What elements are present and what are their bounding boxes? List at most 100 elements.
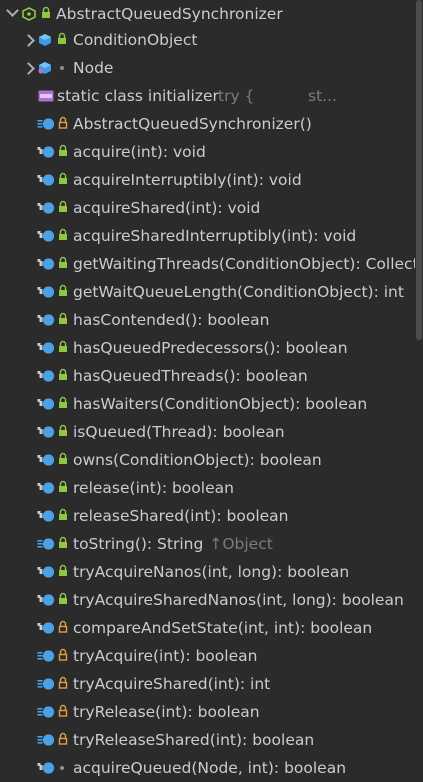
lock-public-icon: [59, 592, 67, 604]
final-method-icon: [37, 202, 55, 214]
lock-public-icon: [59, 256, 67, 268]
lock-public-icon: [59, 312, 67, 324]
lock-public-icon: [59, 452, 67, 464]
member-label: tryRelease(int): boolean: [73, 703, 260, 721]
lock-public-icon: [59, 284, 67, 296]
structure-tree[interactable]: AbstractQueuedSynchronizer ConditionObje…: [0, 0, 423, 780]
final-method-icon: [37, 762, 55, 774]
member-label: tryAcquireNanos(int, long): boolean: [73, 563, 350, 581]
member-row[interactable]: getWaitingThreads(ConditionObject): Coll…: [0, 250, 423, 278]
root-class-label: AbstractQueuedSynchronizer: [56, 5, 283, 23]
member-label: hasContended(): boolean: [73, 311, 270, 329]
lock-public-icon: [42, 6, 50, 18]
member-label: acquireInterruptibly(int): void: [73, 171, 302, 189]
final-method-icon: [37, 622, 55, 634]
member-label: compareAndSetState(int, int): boolean: [73, 619, 373, 637]
member-row[interactable]: hasContended(): boolean: [0, 306, 423, 334]
member-label-group: toString(): String ↑Object: [73, 530, 273, 558]
member-row[interactable]: toString(): String ↑Object: [0, 530, 423, 558]
final-method-icon: [37, 314, 55, 326]
lock-public-icon: [59, 396, 67, 408]
member-row[interactable]: compareAndSetState(int, int): boolean: [0, 614, 423, 642]
member-row[interactable]: tryAcquireShared(int): int: [0, 670, 423, 698]
member-row[interactable]: AbstractQueuedSynchronizer(): [0, 110, 423, 138]
lock-public-icon: [59, 200, 67, 212]
lock-protected-icon: [58, 676, 68, 689]
final-method-icon: [37, 370, 55, 382]
member-label: tryAcquireSharedNanos(int, long): boolea…: [73, 591, 404, 609]
tree-item-node[interactable]: Node: [0, 54, 423, 82]
member-row[interactable]: acquire(int): void: [0, 138, 423, 166]
lock-public-icon: [59, 564, 67, 576]
lock-protected-icon: [58, 620, 68, 633]
static-inner-class-icon: [38, 62, 51, 74]
member-label: releaseShared(int): boolean: [73, 507, 289, 525]
member-row[interactable]: hasWaiters(ConditionObject): boolean: [0, 390, 423, 418]
member-label: release(int): boolean: [73, 479, 234, 497]
lock-protected-icon: [58, 732, 68, 745]
final-method-icon: [37, 510, 55, 522]
member-label: toString(): String: [73, 535, 204, 553]
final-method-icon: [37, 482, 55, 494]
member-row[interactable]: tryAcquireSharedNanos(int, long): boolea…: [0, 586, 423, 614]
tree-root-row[interactable]: AbstractQueuedSynchronizer: [0, 0, 423, 28]
member-row[interactable]: release(int): boolean: [0, 474, 423, 502]
member-row[interactable]: releaseShared(int): boolean: [0, 502, 423, 530]
member-row[interactable]: tryAcquireNanos(int, long): boolean: [0, 558, 423, 586]
lock-public-icon: [59, 340, 67, 352]
member-label: hasQueuedPredecessors(): boolean: [73, 339, 348, 357]
package-private-dot-icon: [60, 766, 64, 770]
member-label: getWaitQueueLength(ConditionObject): int: [73, 283, 404, 301]
member-label: acquire(int): void: [73, 143, 206, 161]
constructor-icon: [37, 118, 55, 130]
scrollbar-thumb[interactable]: [416, 0, 422, 340]
final-method-icon: [37, 174, 55, 186]
initializer-hint-a: try {: [218, 87, 255, 105]
member-row[interactable]: hasQueuedThreads(): boolean: [0, 362, 423, 390]
final-method-icon: [37, 258, 55, 270]
member-row[interactable]: acquireQueued(Node, int): boolean: [0, 754, 423, 782]
final-method-icon: [37, 342, 55, 354]
lock-protected-icon: [58, 648, 68, 661]
method-icon: [37, 650, 55, 662]
member-label: acquireSharedInterruptibly(int): void: [73, 227, 357, 245]
member-row[interactable]: tryReleaseShared(int): boolean: [0, 726, 423, 754]
final-method-icon: [37, 398, 55, 410]
tree-item-label: static class initializer: [57, 87, 219, 105]
member-row[interactable]: hasQueuedPredecessors(): boolean: [0, 334, 423, 362]
member-row[interactable]: acquireInterruptibly(int): void: [0, 166, 423, 194]
tree-item-static-initializer[interactable]: static class initializer try { st...: [0, 82, 423, 110]
final-method-icon: [37, 594, 55, 606]
lock-public-icon: [59, 368, 67, 380]
tree-item-condition-object[interactable]: ConditionObject: [0, 26, 423, 54]
member-row[interactable]: isQueued(Thread): boolean: [0, 418, 423, 446]
member-row[interactable]: owns(ConditionObject): boolean: [0, 446, 423, 474]
member-label: tryAcquire(int): boolean: [73, 647, 258, 665]
member-row[interactable]: tryAcquire(int): boolean: [0, 642, 423, 670]
method-icon: [37, 678, 55, 690]
final-method-icon: [37, 146, 55, 158]
package-private-dot-icon: [60, 66, 64, 70]
class-icon: [22, 7, 36, 21]
overrides-suffix: ↑Object: [209, 535, 273, 553]
member-row[interactable]: tryRelease(int): boolean: [0, 698, 423, 726]
tree-item-label: Node: [73, 59, 114, 77]
member-label: hasWaiters(ConditionObject): boolean: [73, 395, 368, 413]
member-row[interactable]: acquireSharedInterruptibly(int): void: [0, 222, 423, 250]
lock-public-icon: [59, 480, 67, 492]
expand-arrow-icon[interactable]: [6, 4, 19, 17]
final-method-icon: [37, 230, 55, 242]
final-method-icon: [37, 566, 55, 578]
member-label: acquireQueued(Node, int): boolean: [73, 759, 347, 777]
member-label: isQueued(Thread): boolean: [73, 423, 285, 441]
vertical-scrollbar[interactable]: [415, 0, 423, 780]
member-row[interactable]: acquireShared(int): void: [0, 194, 423, 222]
method-icon: [37, 734, 55, 746]
expand-arrow-icon[interactable]: [22, 34, 35, 47]
lock-public-icon: [59, 508, 67, 520]
lock-public-icon: [58, 32, 66, 44]
initializer-hint-b: st...: [308, 87, 337, 105]
lock-protected-icon: [58, 704, 68, 717]
member-row[interactable]: getWaitQueueLength(ConditionObject): int: [0, 278, 423, 306]
expand-arrow-icon[interactable]: [22, 62, 35, 75]
